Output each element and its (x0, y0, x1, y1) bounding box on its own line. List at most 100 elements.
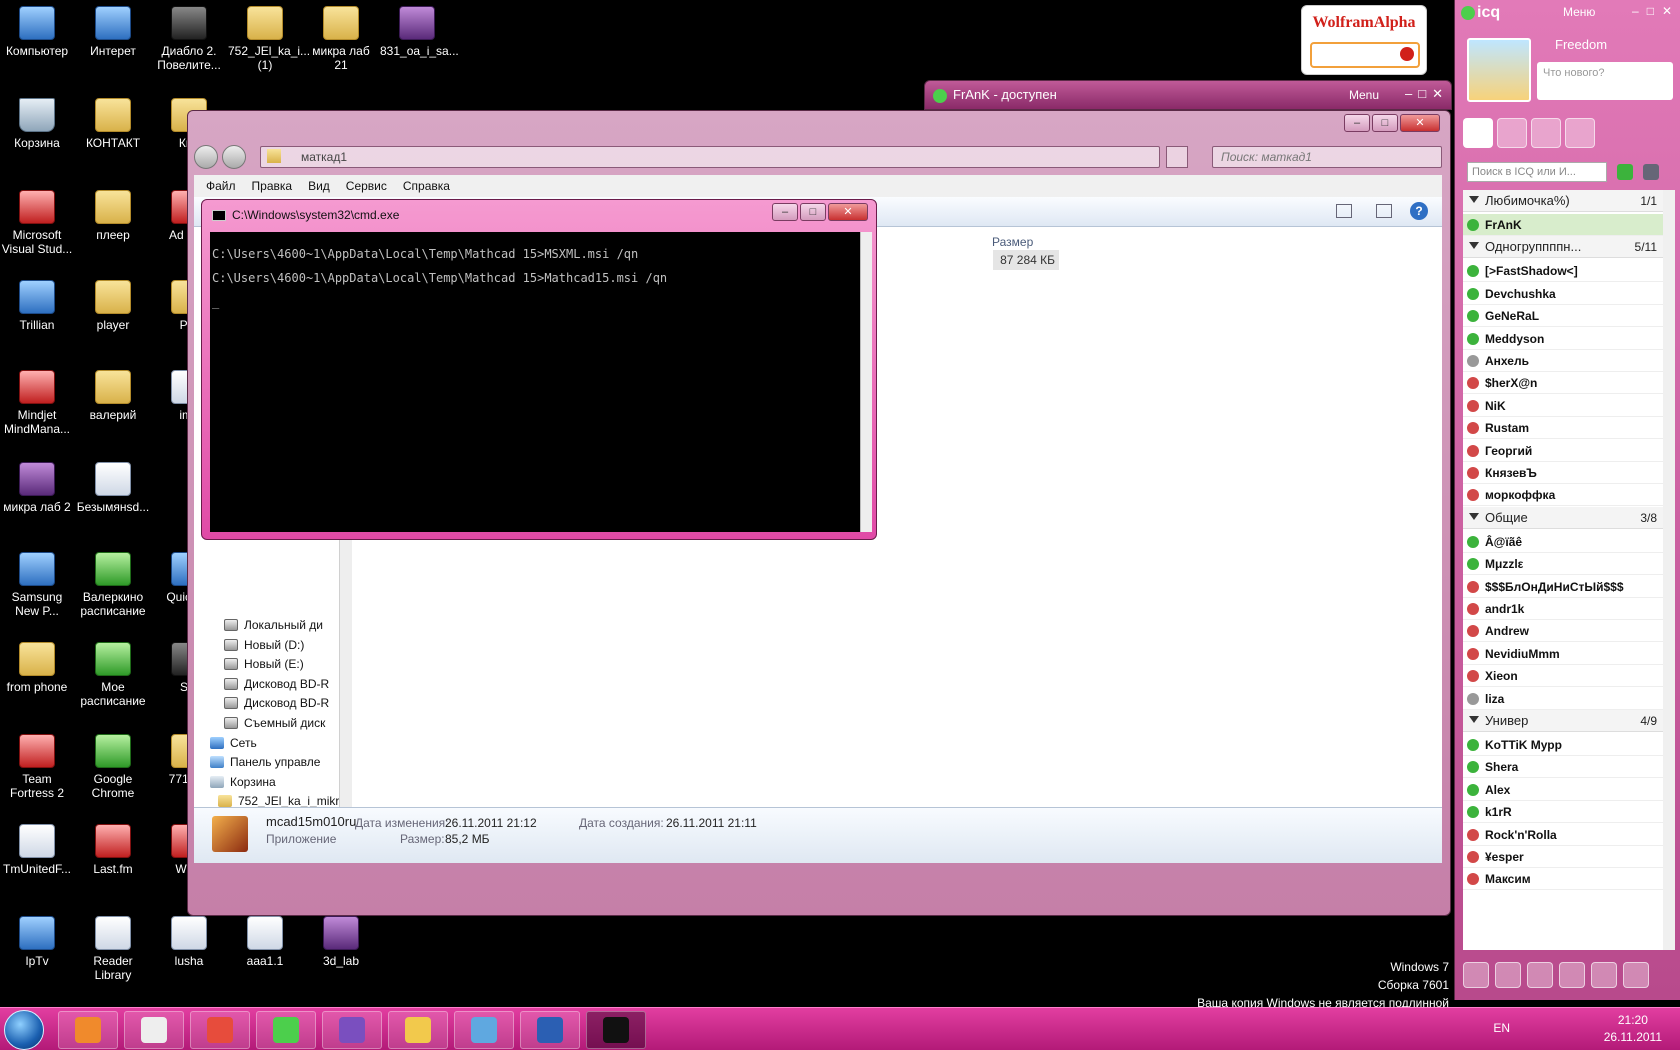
menu-item[interactable]: Справка (395, 175, 458, 197)
contact-item[interactable]: KoTTiK Мурр (1463, 734, 1663, 756)
contact-group-header[interactable]: Универ 4/9 (1463, 710, 1663, 732)
nav-item[interactable]: Дисковод BD-R (224, 674, 329, 694)
contact-list-scrollbar[interactable] (1663, 190, 1675, 950)
address-bar[interactable]: маткад1 (260, 146, 1160, 168)
desktop-icon[interactable]: Mindjet MindMana... (0, 370, 74, 436)
clock[interactable]: 21:20 26.11.2011 (1604, 1012, 1662, 1046)
contact-item[interactable]: Andrew (1463, 620, 1663, 643)
nav-item[interactable]: 752_JEl_ka_i_mikr (218, 791, 339, 807)
nav-item[interactable]: Сеть (210, 733, 257, 753)
close-button[interactable]: ✕ (828, 203, 868, 221)
help-icon[interactable] (1559, 962, 1585, 988)
nav-item[interactable]: Дисковод BD-R (224, 693, 329, 713)
desktop-icon[interactable]: aaa1.1 (228, 916, 302, 968)
nav-item[interactable]: Новый (E:) (224, 654, 304, 674)
contact-item[interactable]: NiK (1463, 395, 1663, 417)
icq-menu-button[interactable]: Меню (1563, 5, 1595, 19)
contact-item[interactable]: GeNeRaL (1463, 305, 1663, 328)
contact-item[interactable]: Xieon (1463, 665, 1663, 688)
menu-item[interactable]: Сервис (338, 175, 395, 197)
close-icon[interactable]: ✕ (1432, 86, 1443, 102)
desktop-icon[interactable]: Интерет (76, 6, 150, 58)
desktop-icon[interactable]: player (76, 280, 150, 332)
desktop-icon[interactable]: Безымянsd... (76, 462, 150, 514)
contact-item[interactable]: Devchushka (1463, 283, 1663, 305)
files-icon[interactable] (1591, 962, 1617, 988)
desktop-icon[interactable]: IpTv (0, 916, 74, 968)
taskbar-button[interactable] (256, 1011, 316, 1049)
nav-item[interactable]: Корзина (210, 772, 276, 792)
desktop-icon[interactable]: микра лаб 21 (304, 6, 378, 72)
taskbar-button[interactable] (388, 1011, 448, 1049)
tab-flag-icon[interactable] (1531, 118, 1561, 148)
desktop-icon[interactable]: Мое расписание (76, 642, 150, 708)
minimize-button[interactable]: – (772, 203, 798, 221)
contact-item[interactable]: моркоффка (1463, 484, 1663, 507)
contact-item[interactable]: NevidiuMmm (1463, 643, 1663, 665)
taskbar-button[interactable] (190, 1011, 250, 1049)
minimize-icon[interactable]: – (1632, 4, 1639, 18)
contact-item[interactable]: Mμzzlε (1463, 553, 1663, 576)
taskbar-button[interactable] (454, 1011, 514, 1049)
console-output[interactable]: C:\Users\4600~1\AppData\Local\Temp\Mathc… (210, 232, 860, 532)
desktop-icon[interactable]: Валеркино расписание (76, 552, 150, 618)
maximize-button[interactable]: □ (1372, 114, 1398, 132)
contact-item[interactable]: ¥esper (1463, 846, 1663, 868)
restore-icon[interactable]: □ (1647, 4, 1654, 18)
tab-live-icon[interactable] (1497, 118, 1527, 148)
minimize-button[interactable]: – (1344, 114, 1370, 132)
desktop-icon[interactable]: Microsoft Visual Stud... (0, 190, 74, 256)
nav-item[interactable]: Съемный диск (224, 713, 325, 733)
back-button[interactable] (194, 145, 218, 169)
contact-item[interactable]: Rustam (1463, 417, 1663, 440)
music-icon[interactable] (1623, 962, 1649, 988)
contact-item[interactable]: Alex (1463, 779, 1663, 801)
contact-item[interactable]: [>FastShadow<] (1463, 260, 1663, 283)
refresh-button[interactable] (1166, 146, 1188, 168)
status-selector[interactable]: Freedom (1555, 37, 1607, 52)
desktop-icon[interactable]: Диабло 2. Повелите... (152, 6, 226, 72)
desktop-icon[interactable]: Корзина (0, 98, 74, 150)
contact-item[interactable]: Meddyson (1463, 328, 1663, 350)
gift-icon[interactable] (1527, 962, 1553, 988)
console-scrollbar[interactable] (860, 232, 872, 532)
contact-item[interactable]: Rock'n'Rolla (1463, 824, 1663, 846)
contact-group-header[interactable]: Одногруппппн... 5/11 (1463, 236, 1663, 259)
contact-item[interactable]: Георгий (1463, 440, 1663, 462)
search-input[interactable]: Поиск: маткад1 (1212, 146, 1442, 168)
desktop-icon[interactable]: Компьютер (0, 6, 74, 58)
desktop-icon[interactable]: TmUnitedF... (0, 824, 74, 876)
menu-item[interactable]: Файл (198, 175, 244, 197)
desktop-icon[interactable]: lusha (152, 916, 226, 968)
contact-search-input[interactable]: Поиск в ICQ или И... (1467, 162, 1607, 182)
desktop-icon[interactable]: 752_JEl_ka_i... (1) (228, 6, 310, 72)
desktop-icon[interactable]: Team Fortress 2 (0, 734, 74, 800)
taskbar-button[interactable] (586, 1011, 646, 1049)
desktop-icon[interactable]: КОНТАКТ (76, 98, 150, 150)
tab-contacts-icon[interactable] (1463, 118, 1493, 148)
view-options-icon[interactable] (1336, 204, 1352, 218)
desktop-icon[interactable]: Samsung New P... (0, 552, 74, 618)
contact-item[interactable]: liza (1463, 688, 1663, 710)
taskbar-button[interactable] (322, 1011, 382, 1049)
desktop-icon[interactable]: from phone (0, 642, 74, 694)
taskbar-button[interactable] (124, 1011, 184, 1049)
menu-item[interactable]: Правка (244, 175, 301, 197)
file-size-cell[interactable]: 87 284 КБ (993, 250, 1059, 270)
desktop-icon[interactable]: Last.fm (76, 824, 150, 876)
avatar[interactable] (1467, 38, 1531, 102)
chat-window-titlebar[interactable]: FrAnK - доступен Menu – □ ✕ (924, 80, 1452, 110)
contact-item[interactable]: Shera (1463, 756, 1663, 779)
maximize-icon[interactable]: □ (1418, 86, 1426, 102)
nav-item[interactable]: Панель управле (210, 752, 320, 772)
desktop-icon[interactable]: Google Chrome (76, 734, 150, 800)
start-button[interactable] (4, 1010, 44, 1050)
language-indicator[interactable]: EN (1493, 1021, 1510, 1035)
games-icon[interactable] (1463, 962, 1489, 988)
minimize-icon[interactable]: – (1405, 86, 1412, 102)
contact-item[interactable]: FrAnK (1463, 214, 1663, 236)
desktop-icon[interactable]: Trillian (0, 280, 74, 332)
contact-group-header[interactable]: Общие 3/8 (1463, 506, 1663, 529)
contact-item[interactable]: k1rR (1463, 801, 1663, 824)
desktop-icon[interactable]: 831_oa_i_sa... (380, 6, 459, 58)
